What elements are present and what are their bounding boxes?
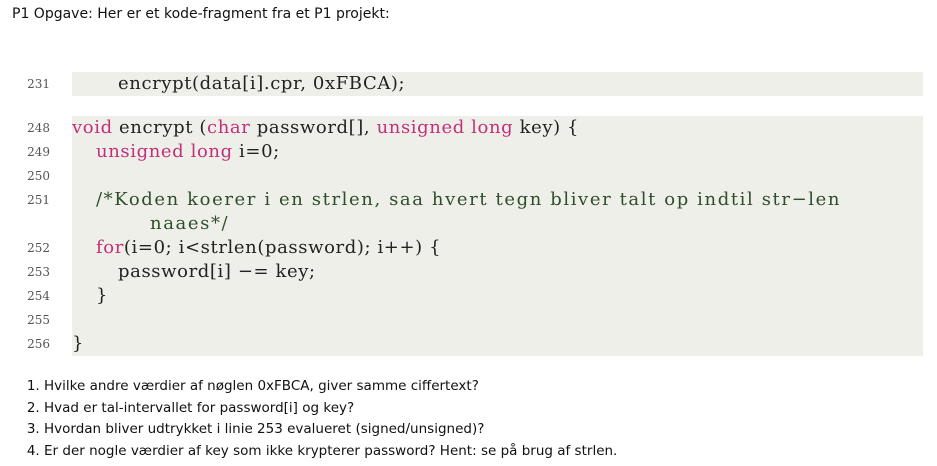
code-line: 248 void encrypt (char password[], unsig… xyxy=(10,116,923,140)
code-token: (i=0; i<strlen(password); i++) { xyxy=(123,237,442,258)
code-line: naaes*/ xyxy=(10,212,923,236)
code-text: naaes*/ xyxy=(72,212,923,236)
keyword: unsigned long xyxy=(96,141,233,162)
code-fragment-2: 248 void encrypt (char password[], unsig… xyxy=(10,116,923,356)
keyword: char xyxy=(207,117,251,138)
question-item: Hvordan bliver udtrykket i linie 253 eva… xyxy=(44,419,617,441)
line-number: 231 xyxy=(27,77,50,91)
line-number: 249 xyxy=(27,145,50,159)
code-text xyxy=(72,164,923,188)
code-token: } xyxy=(96,285,109,306)
line-number: 251 xyxy=(27,193,50,207)
line-number: 255 xyxy=(27,313,50,327)
code-text: for(i=0; i<strlen(password); i++) { xyxy=(72,236,923,260)
code-text: unsigned long i=0; xyxy=(72,140,923,164)
keyword: void xyxy=(72,117,113,138)
code-fragment-1: 231 encrypt(data[i].cpr, 0xFBCA); xyxy=(10,72,923,96)
code-line: 253 password[i] −= key; xyxy=(10,260,923,284)
code-text: void encrypt (char password[], unsigned … xyxy=(72,116,923,140)
code-token: } xyxy=(72,333,85,354)
question-list: Hvilke andre værdier af nøglen 0xFBCA, g… xyxy=(28,376,617,462)
line-number: 254 xyxy=(27,289,50,303)
line-number: 252 xyxy=(27,241,50,255)
code-text: /*Koden koerer i en strlen, saa hvert te… xyxy=(72,188,923,212)
page-heading: P1 Opgave: Her er et kode-fragment fra e… xyxy=(12,6,390,22)
line-number: 256 xyxy=(27,337,50,351)
question-item: Hvilke andre værdier af nøglen 0xFBCA, g… xyxy=(44,376,617,398)
keyword: for xyxy=(96,237,124,258)
code-line: 252 for(i=0; i<strlen(password); i++) { xyxy=(10,236,923,260)
code-text: password[i] −= key; xyxy=(72,260,923,284)
code-token: key) { xyxy=(513,117,580,138)
keyword: unsigned long xyxy=(376,117,514,138)
code-token: password[], xyxy=(250,117,377,138)
code-line: 231 encrypt(data[i].cpr, 0xFBCA); xyxy=(10,72,923,96)
code-text: } xyxy=(72,284,923,308)
question-item: Er der nogle værdier af key som ikke kry… xyxy=(44,441,617,463)
code-token: encrypt ( xyxy=(112,117,208,138)
question-item: Hvad er tal-intervallet for password[i] … xyxy=(44,398,617,420)
code-token: password[i] −= key; xyxy=(118,261,316,282)
code-line: 256 } xyxy=(10,332,923,356)
code-line: 249 unsigned long i=0; xyxy=(10,140,923,164)
line-number: 253 xyxy=(27,265,50,279)
code-line: 255 xyxy=(10,308,923,332)
code-text: encrypt(data[i].cpr, 0xFBCA); xyxy=(72,72,923,96)
code-text: } xyxy=(72,332,923,356)
code-text xyxy=(72,308,923,332)
line-number: 248 xyxy=(27,121,50,135)
code-token: i=0; xyxy=(232,141,280,162)
code-line: 254 } xyxy=(10,284,923,308)
code-token: encrypt(data[i].cpr, 0xFBCA); xyxy=(118,73,406,94)
line-number: 250 xyxy=(27,169,50,183)
code-comment: /*Koden koerer i en strlen, saa hvert te… xyxy=(96,189,842,210)
code-line: 250 xyxy=(10,164,923,188)
code-comment: naaes*/ xyxy=(150,213,230,234)
code-line: 251 /*Koden koerer i en strlen, saa hver… xyxy=(10,188,923,212)
